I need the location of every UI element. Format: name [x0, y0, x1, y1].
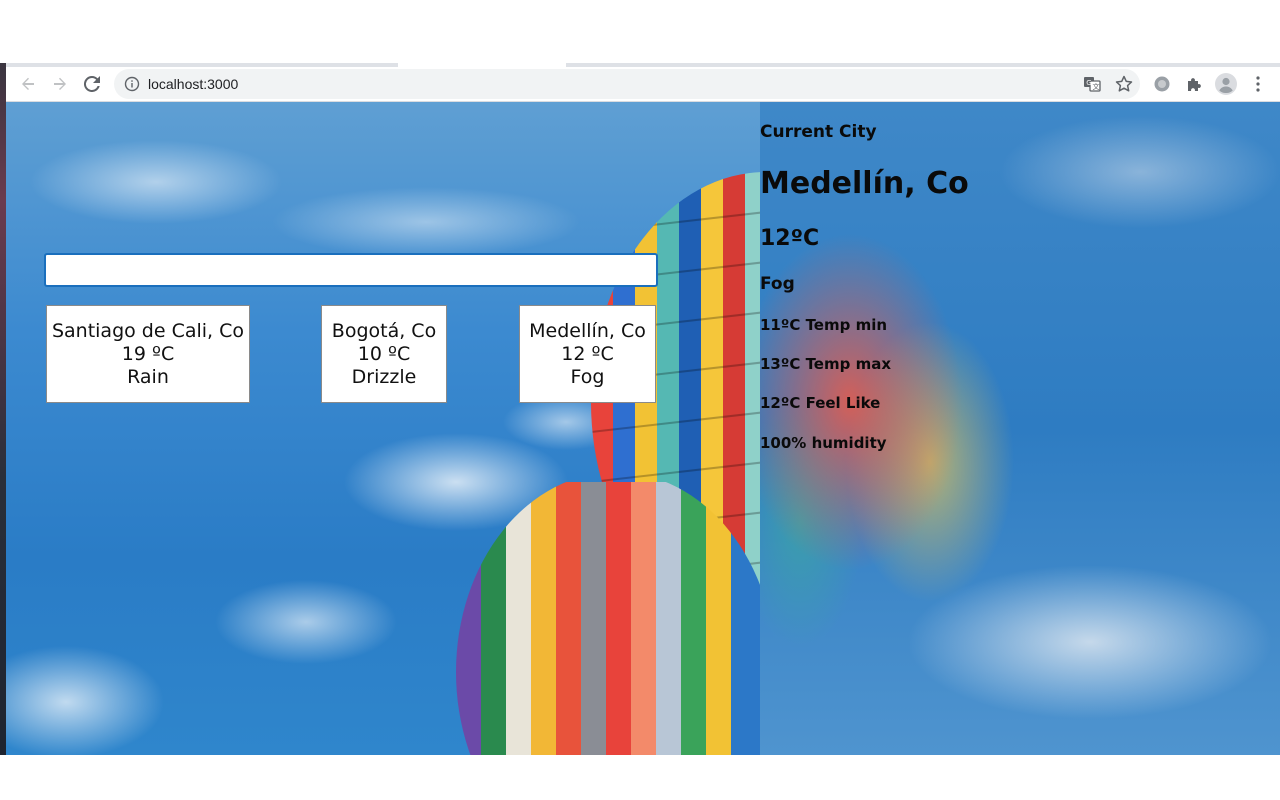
translate-icon[interactable]: G 文 [1082, 74, 1102, 94]
hot-air-balloons-image [456, 172, 760, 755]
back-arrow-icon[interactable] [14, 70, 42, 98]
screen: localhost:3000 G 文 Santiago de Cali, Co … [0, 0, 1280, 800]
city-name: Santiago de Cali, Co [51, 320, 245, 342]
city-card-cali[interactable]: Santiago de Cali, Co 19 ºC Rain [46, 305, 250, 403]
svg-text:文: 文 [1093, 82, 1100, 91]
desktop-bottom [0, 755, 1280, 800]
city-condition: Rain [127, 366, 169, 388]
menu-dots-icon[interactable] [1244, 70, 1272, 98]
city-temp: 19 ºC [121, 343, 175, 365]
page-viewport: Santiago de Cali, Co 19 ºC Rain Bogotá, … [6, 102, 1280, 755]
current-temp: 12ºC [760, 226, 820, 251]
puzzle-icon[interactable] [1180, 70, 1208, 98]
feels-like: 12ºC Feel Like [760, 394, 881, 412]
current-condition: Fog [760, 274, 795, 294]
current-city-label: Current City [760, 122, 877, 142]
browser-toolbar: localhost:3000 G 文 [6, 67, 1280, 102]
reload-icon[interactable] [78, 70, 106, 98]
forward-arrow-icon[interactable] [46, 70, 74, 98]
temp-max: 13ºC Temp max [760, 355, 891, 373]
city-name: Bogotá, Co [331, 320, 437, 342]
extension-icon[interactable] [1148, 70, 1176, 98]
profile-avatar-icon[interactable] [1212, 70, 1240, 98]
city-name: Medellín, Co [529, 320, 646, 342]
city-condition: Drizzle [351, 366, 417, 388]
city-card-medellin[interactable]: Medellín, Co 12 ºC Fog [519, 305, 656, 403]
city-temp: 12 ºC [561, 343, 614, 365]
url-text[interactable]: localhost:3000 [148, 76, 238, 92]
browser-window: localhost:3000 G 文 Santiago de Cali, Co … [6, 63, 1280, 755]
city-temp: 10 ºC [357, 343, 411, 365]
address-bar[interactable]: localhost:3000 G 文 [114, 69, 1140, 99]
temp-min: 11ºC Temp min [760, 316, 888, 334]
current-city-name: Medellín, Co [760, 166, 969, 201]
city-condition: Fog [570, 366, 605, 388]
info-icon[interactable] [124, 76, 140, 92]
city-card-bogota[interactable]: Bogotá, Co 10 ºC Drizzle [321, 305, 447, 403]
humidity: 100% humidity [760, 434, 887, 452]
star-icon[interactable] [1114, 74, 1134, 94]
svg-text:G: G [1086, 79, 1091, 87]
search-input[interactable] [44, 253, 658, 287]
